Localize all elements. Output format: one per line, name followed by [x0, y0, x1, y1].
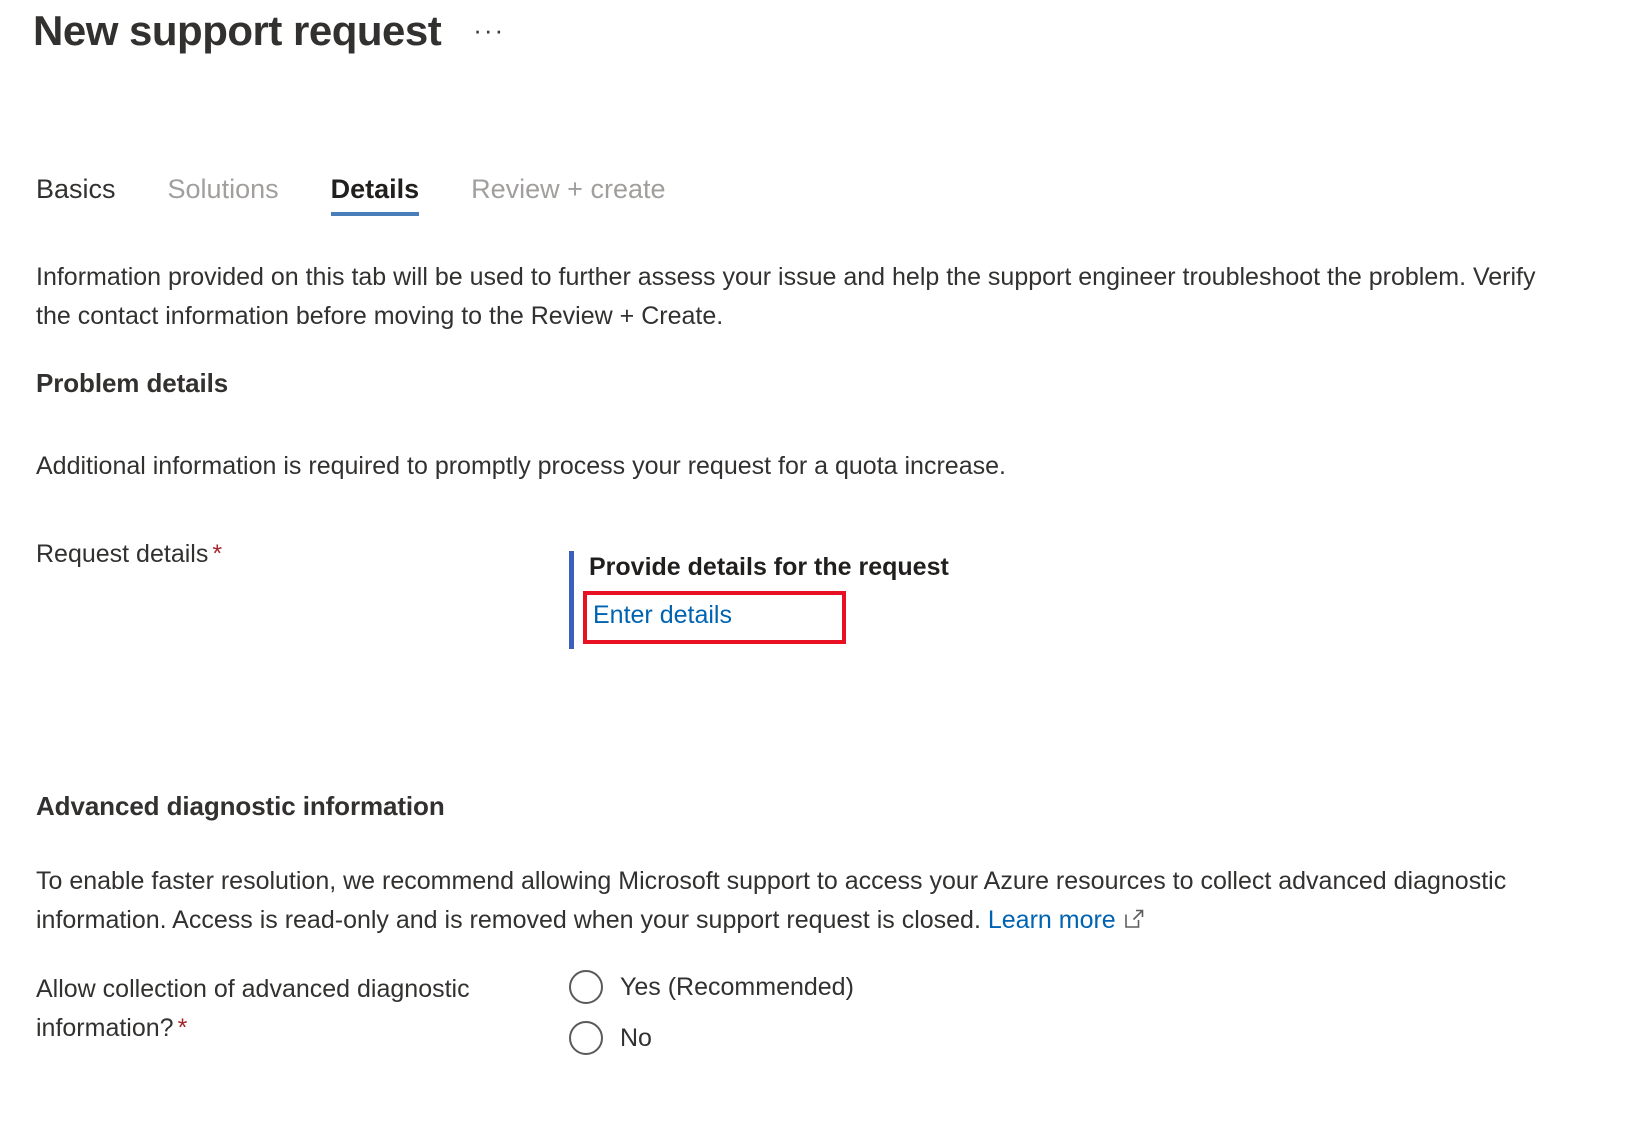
required-indicator: *: [212, 540, 223, 568]
tab-active-underline: [330, 212, 420, 216]
radio-label-no: No: [620, 1024, 652, 1052]
allow-collection-field: Allow collection of advanced diagnostic …: [36, 970, 854, 1072]
allow-collection-radio-group: Yes (Recommended) No: [569, 970, 854, 1072]
page-title: New support request: [33, 7, 442, 54]
provide-details-title: Provide details for the request: [589, 553, 949, 581]
wizard-tabs: Basics Solutions Details Review + create: [36, 172, 718, 222]
tab-details-label: Details: [330, 174, 420, 204]
more-options-icon[interactable]: ···: [467, 16, 511, 52]
request-details-label: Request details *: [36, 535, 569, 574]
enter-details-link[interactable]: Enter details: [589, 595, 736, 635]
enter-details-wrapper: Enter details: [583, 591, 846, 644]
tab-solutions-label: Solutions: [167, 174, 279, 204]
tab-solutions[interactable]: Solutions: [168, 172, 305, 222]
learn-more-link[interactable]: Learn more: [988, 906, 1116, 934]
advanced-diagnostic-paragraph: To enable faster resolution, we recommen…: [36, 862, 1556, 940]
required-indicator: *: [177, 1014, 188, 1042]
request-details-label-text: Request details: [36, 540, 209, 568]
tab-basics-label: Basics: [36, 174, 116, 204]
problem-details-heading: Problem details: [36, 368, 229, 398]
external-link-icon: [1123, 903, 1145, 928]
page-header: New support request ···: [33, 0, 511, 62]
advanced-diagnostic-heading: Advanced diagnostic information: [36, 791, 445, 821]
control-accent-bar: [569, 551, 574, 649]
radio-circle-no[interactable]: [569, 1021, 603, 1055]
radio-circle-yes[interactable]: [569, 970, 603, 1004]
tab-basics[interactable]: Basics: [36, 172, 142, 222]
allow-collection-label-text: Allow collection of advanced diagnostic …: [36, 975, 470, 1042]
support-request-page: New support request ··· Basics Solutions…: [0, 0, 1649, 1146]
allow-collection-label: Allow collection of advanced diagnostic …: [36, 970, 569, 1048]
tab-intro-text: Information provided on this tab will be…: [36, 263, 1536, 330]
request-details-field: Request details * Provide details for the…: [36, 535, 949, 649]
request-details-control: Provide details for the request Enter de…: [569, 535, 949, 649]
tab-details[interactable]: Details: [330, 172, 446, 222]
advanced-diagnostic-text: To enable faster resolution, we recommen…: [36, 867, 1507, 934]
tab-review-create[interactable]: Review + create: [471, 172, 691, 222]
radio-label-yes: Yes (Recommended): [620, 973, 854, 1001]
radio-option-no[interactable]: No: [569, 1021, 854, 1055]
radio-option-yes[interactable]: Yes (Recommended): [569, 970, 854, 1004]
problem-details-paragraph: Additional information is required to pr…: [36, 452, 1006, 480]
tab-review-create-label: Review + create: [471, 174, 666, 204]
